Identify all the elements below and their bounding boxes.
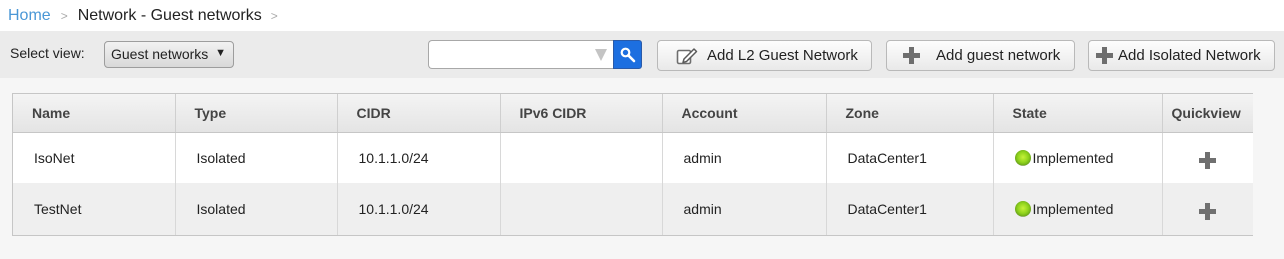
- column-header-state[interactable]: State: [993, 94, 1163, 133]
- cell-account: admin: [662, 132, 827, 183]
- state-label: Implemented: [1032, 201, 1114, 217]
- cell-cidr: 10.1.1.0/24: [337, 183, 501, 235]
- add-l2-guest-network-button[interactable]: Add L2 Guest Network: [657, 40, 872, 71]
- cell-cidr: 10.1.1.0/24: [337, 132, 501, 183]
- cell-quickview: [1162, 132, 1253, 183]
- quickview-plus-icon[interactable]: [1199, 151, 1217, 169]
- table-row[interactable]: IsoNet Isolated 10.1.1.0/24 admin DataCe…: [13, 132, 1253, 183]
- edit-icon: [676, 46, 698, 66]
- table-row[interactable]: TestNet Isolated 10.1.1.0/24 admin DataC…: [13, 183, 1253, 235]
- cell-account: admin: [662, 183, 827, 235]
- cell-state: Implemented: [993, 132, 1163, 183]
- search-icon: [620, 47, 636, 63]
- status-indicator-icon: [1014, 149, 1031, 166]
- table-header-row: Name Type CIDR IPv6 CIDR Account Zone St…: [13, 94, 1253, 133]
- column-header-quickview: Quickview: [1162, 94, 1253, 133]
- cell-zone: DataCenter1: [826, 132, 994, 183]
- cell-name: TestNet: [13, 183, 176, 235]
- select-view-dropdown[interactable]: Guest networks ▼: [104, 41, 234, 68]
- add-guest-network-label: Add guest network: [936, 47, 1061, 64]
- networks-table: Name Type CIDR IPv6 CIDR Account Zone St…: [12, 93, 1253, 236]
- column-header-cidr[interactable]: CIDR: [337, 94, 501, 133]
- breadcrumb-home-link[interactable]: Home: [8, 7, 51, 25]
- search-box: [428, 40, 613, 69]
- column-header-zone[interactable]: Zone: [826, 94, 994, 133]
- add-guest-network-button[interactable]: Add guest network: [886, 40, 1075, 71]
- filter-icon[interactable]: [595, 49, 607, 61]
- breadcrumb: Home > Network - Guest networks >: [0, 0, 1284, 31]
- chevron-right-icon: >: [60, 8, 68, 23]
- search-input[interactable]: [429, 41, 589, 67]
- cell-quickview: [1162, 183, 1253, 235]
- column-header-type[interactable]: Type: [175, 94, 338, 133]
- plus-icon: [1096, 47, 1113, 64]
- select-view-value: Guest networks: [111, 46, 209, 62]
- toolbar: Select view: Guest networks ▼ Add L2 Gue…: [0, 31, 1284, 78]
- breadcrumb-current: Network - Guest networks: [77, 6, 262, 24]
- status-indicator-icon: [1014, 200, 1031, 217]
- plus-icon: [903, 47, 920, 64]
- quickview-plus-icon[interactable]: [1199, 203, 1217, 220]
- search-button[interactable]: [613, 40, 642, 69]
- cell-type: Isolated: [175, 132, 338, 183]
- add-isolated-network-label: Add Isolated Network: [1118, 47, 1261, 64]
- chevron-right-icon: >: [270, 8, 278, 23]
- cell-ipv6-cidr: [500, 183, 663, 235]
- state-label: Implemented: [1032, 149, 1114, 166]
- dropdown-arrow-icon: ▼: [215, 47, 226, 59]
- column-header-ipv6-cidr[interactable]: IPv6 CIDR: [500, 94, 663, 133]
- cell-ipv6-cidr: [500, 132, 663, 183]
- cell-type: Isolated: [175, 183, 338, 235]
- cell-zone: DataCenter1: [826, 183, 994, 235]
- select-view-label: Select view:: [10, 45, 85, 61]
- add-isolated-network-button[interactable]: Add Isolated Network: [1088, 40, 1275, 71]
- cell-state: Implemented: [993, 183, 1163, 235]
- column-header-account[interactable]: Account: [662, 94, 827, 133]
- cell-name: IsoNet: [13, 132, 176, 183]
- add-l2-guest-network-label: Add L2 Guest Network: [707, 47, 858, 64]
- column-header-name[interactable]: Name: [13, 94, 176, 133]
